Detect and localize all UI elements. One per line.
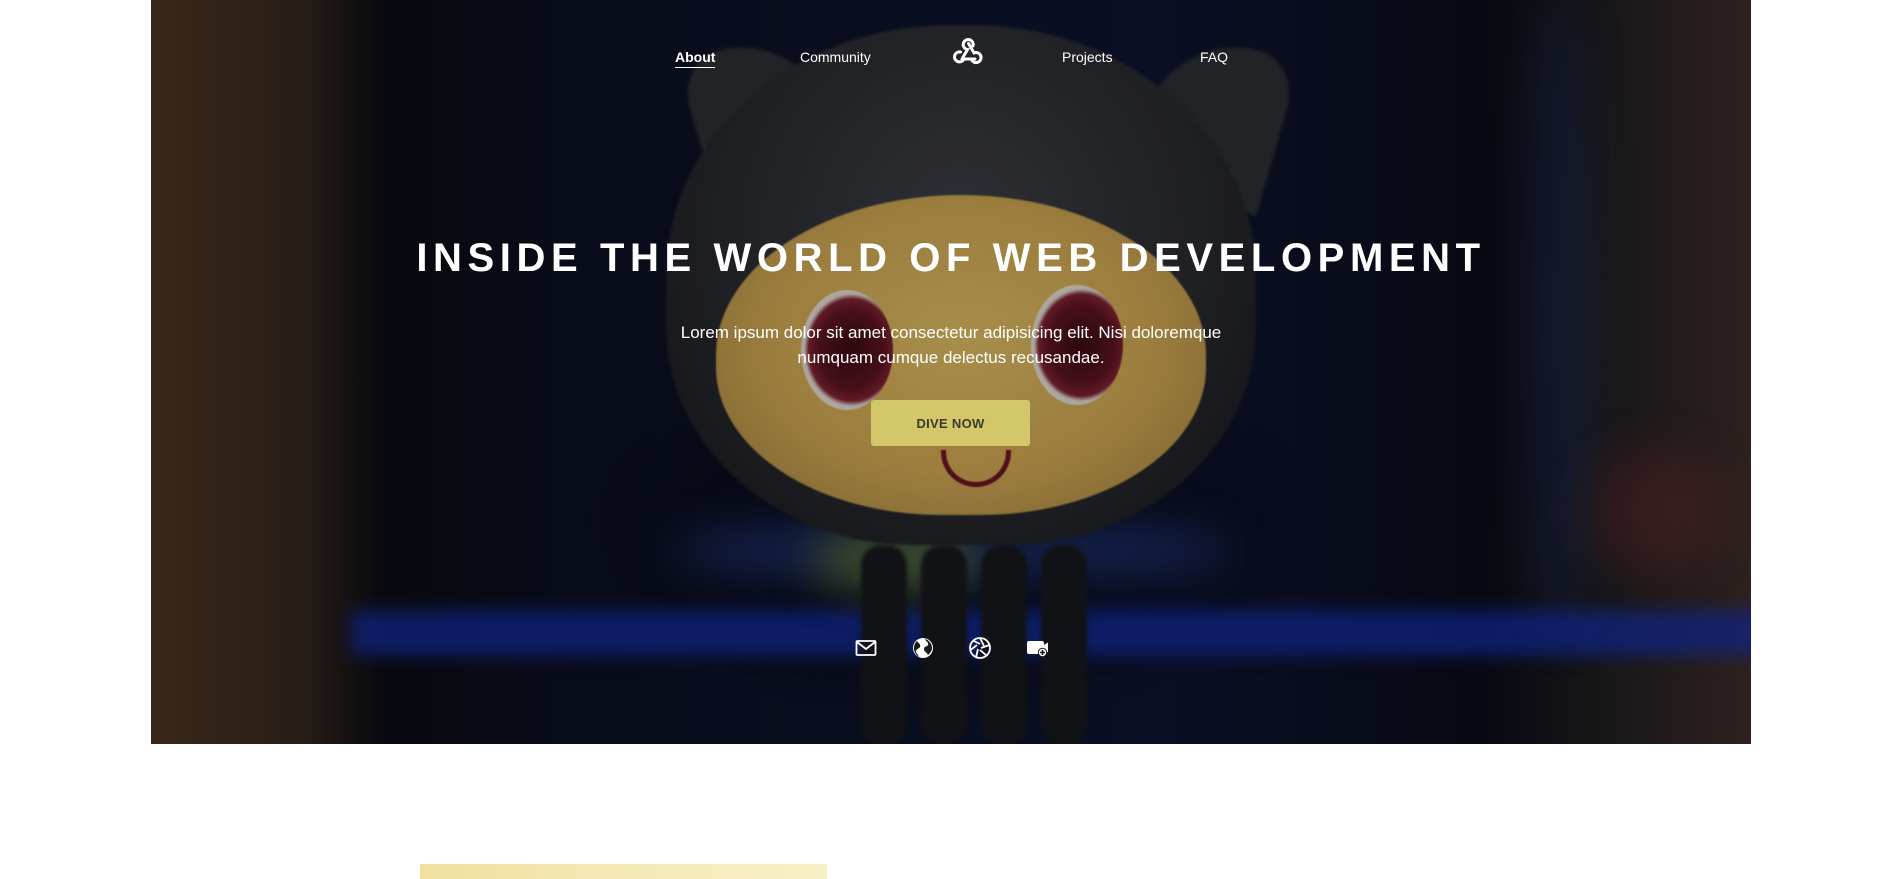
globe-icon[interactable] — [911, 636, 935, 660]
webhook-logo-icon[interactable] — [951, 34, 985, 68]
hero-description: Lorem ipsum dolor sit amet consectetur a… — [680, 323, 1222, 367]
video-add-icon[interactable] — [1025, 636, 1049, 660]
nav-about[interactable]: About — [675, 48, 716, 68]
nav-projects[interactable]: Projects — [1062, 48, 1113, 66]
hero-title: INSIDE THE WORLD OF WEB DEVELOPMENT — [416, 236, 1486, 280]
top-navigation: About Community Projects FAQ — [151, 0, 1751, 110]
nav-faq[interactable]: FAQ — [1200, 48, 1228, 66]
aperture-icon[interactable] — [968, 636, 992, 660]
dive-now-button[interactable]: DIVE NOW — [871, 400, 1030, 446]
next-section-image — [420, 864, 827, 879]
mail-icon[interactable] — [854, 636, 878, 660]
nav-community[interactable]: Community — [800, 48, 871, 66]
hero-section: About Community Projects FAQ INSIDE THE … — [151, 0, 1751, 744]
hero-overlay — [151, 0, 1751, 744]
